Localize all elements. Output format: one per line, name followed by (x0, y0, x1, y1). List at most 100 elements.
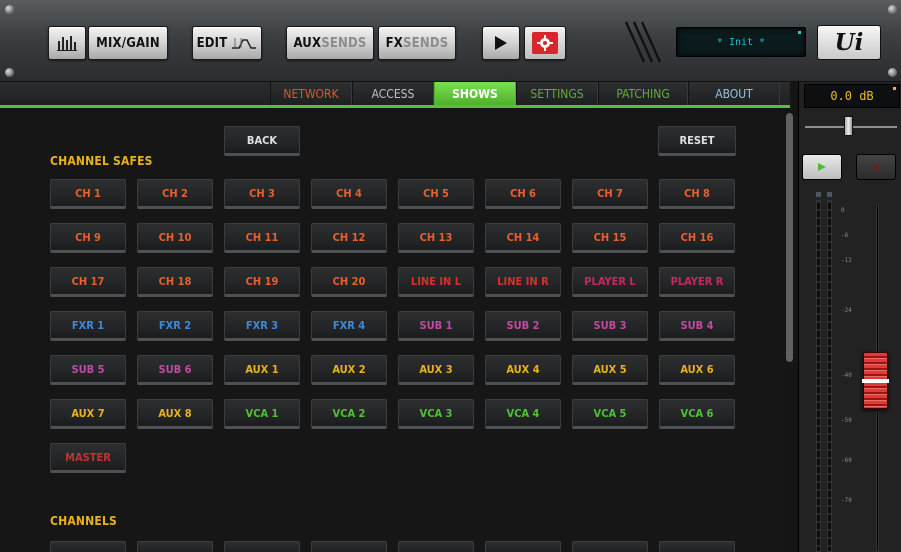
mixgain-button[interactable]: MIX/GAIN (88, 26, 168, 60)
channel-button-partial[interactable] (485, 541, 561, 552)
safe-button-ch-20[interactable]: CH 20 (311, 267, 387, 297)
strip-record-button[interactable] (856, 154, 896, 180)
safe-button-sub-5[interactable]: SUB 5 (50, 355, 126, 385)
safe-button-ch-9[interactable]: CH 9 (50, 223, 126, 253)
safe-button-label: LINE IN L (410, 274, 462, 288)
aux-sends-prefix: AUX (293, 35, 322, 51)
safe-button-label: CH 14 (506, 230, 540, 244)
safe-button-vca-2[interactable]: VCA 2 (311, 399, 387, 429)
safe-button-ch-13[interactable]: CH 13 (398, 223, 474, 253)
safe-button-fxr-3[interactable]: FXR 3 (224, 311, 300, 341)
safe-button-ch-3[interactable]: CH 3 (224, 179, 300, 209)
safe-button-label: AUX 5 (593, 362, 627, 376)
safe-button-aux-5[interactable]: AUX 5 (572, 355, 648, 385)
back-label: BACK (246, 133, 278, 147)
media-player-button[interactable] (482, 26, 520, 60)
meter-clip-led (827, 192, 832, 197)
channel-button-partial[interactable] (398, 541, 474, 552)
safe-button-ch-12[interactable]: CH 12 (311, 223, 387, 253)
safe-button-ch-4[interactable]: CH 4 (311, 179, 387, 209)
strip-play-button[interactable] (802, 154, 842, 180)
safe-button-ch-17[interactable]: CH 17 (50, 267, 126, 297)
safe-button-vca-3[interactable]: VCA 3 (398, 399, 474, 429)
safe-button-vca-6[interactable]: VCA 6 (659, 399, 735, 429)
safe-button-ch-15[interactable]: CH 15 (572, 223, 648, 253)
safe-button-ch-2[interactable]: CH 2 (137, 179, 213, 209)
safe-button-label: CH 19 (245, 274, 279, 288)
safe-button-vca-1[interactable]: VCA 1 (224, 399, 300, 429)
safe-button-ch-10[interactable]: CH 10 (137, 223, 213, 253)
safe-button-ch-14[interactable]: CH 14 (485, 223, 561, 253)
safe-button-label: CH 4 (336, 186, 362, 200)
pan-slider[interactable] (844, 116, 853, 136)
tab-about[interactable]: ABOUT (688, 82, 780, 105)
back-button[interactable]: BACK (224, 126, 300, 156)
tab-shows[interactable]: SHOWS (434, 82, 516, 105)
safe-button-fxr-1[interactable]: FXR 1 (50, 311, 126, 341)
safe-button-ch-5[interactable]: CH 5 (398, 179, 474, 209)
safe-button-sub-1[interactable]: SUB 1 (398, 311, 474, 341)
tab-access[interactable]: ACCESS (352, 82, 434, 105)
safe-button-player-l[interactable]: PLAYER L (572, 267, 648, 297)
channel-button-partial[interactable] (311, 541, 387, 552)
show-name-display[interactable]: * Init * (676, 27, 806, 57)
channel-button-partial[interactable] (659, 541, 735, 552)
safe-button-ch-11[interactable]: CH 11 (224, 223, 300, 253)
master-fader-handle[interactable] (862, 352, 889, 409)
meter-scale-label: -6 (841, 232, 849, 239)
safe-button-aux-2[interactable]: AUX 2 (311, 355, 387, 385)
fx-sends-button[interactable]: FX SENDS (378, 26, 456, 60)
safe-button-sub-6[interactable]: SUB 6 (137, 355, 213, 385)
safe-button-aux-7[interactable]: AUX 7 (50, 399, 126, 429)
safe-button-fxr-4[interactable]: FXR 4 (311, 311, 387, 341)
safe-button-label: SUB 1 (419, 318, 453, 332)
display-indicator (798, 31, 801, 34)
tab-network[interactable]: NETWORK (270, 82, 352, 105)
reset-button[interactable]: RESET (658, 126, 736, 156)
safe-button-fxr-2[interactable]: FXR 2 (137, 311, 213, 341)
channel-button-partial[interactable] (137, 541, 213, 552)
play-icon (818, 163, 826, 171)
safe-button-sub-2[interactable]: SUB 2 (485, 311, 561, 341)
safe-button-line-in-l[interactable]: LINE IN L (398, 267, 474, 297)
safe-button-ch-19[interactable]: CH 19 (224, 267, 300, 297)
safe-button-aux-6[interactable]: AUX 6 (659, 355, 735, 385)
safe-button-ch-1[interactable]: CH 1 (50, 179, 126, 209)
safe-button-player-r[interactable]: PLAYER R (659, 267, 735, 297)
safe-button-sub-3[interactable]: SUB 3 (572, 311, 648, 341)
safe-button-label: CH 6 (510, 186, 536, 200)
safe-button-ch-7[interactable]: CH 7 (572, 179, 648, 209)
safe-button-sub-4[interactable]: SUB 4 (659, 311, 735, 341)
mixgain-label: MIX/GAIN (96, 35, 160, 51)
safe-button-aux-8[interactable]: AUX 8 (137, 399, 213, 429)
safe-button-label: VCA 5 (593, 406, 627, 420)
tab-label: NETWORK (283, 86, 339, 101)
safe-button-ch-18[interactable]: CH 18 (137, 267, 213, 297)
safe-button-ch-8[interactable]: CH 8 (659, 179, 735, 209)
fx-sends-suffix: SENDS (403, 35, 449, 51)
safe-button-aux-3[interactable]: AUX 3 (398, 355, 474, 385)
safe-button-label: CH 1 (75, 186, 101, 200)
safe-button-master[interactable]: MASTER (50, 443, 126, 473)
safe-button-ch-6[interactable]: CH 6 (485, 179, 561, 209)
safe-button-ch-16[interactable]: CH 16 (659, 223, 735, 253)
tab-settings[interactable]: SETTINGS (516, 82, 598, 105)
screw-decoration (5, 68, 14, 77)
safe-button-aux-1[interactable]: AUX 1 (224, 355, 300, 385)
safe-button-aux-4[interactable]: AUX 4 (485, 355, 561, 385)
channel-button-partial[interactable] (224, 541, 300, 552)
safe-button-label: CH 7 (597, 186, 623, 200)
safe-button-line-in-r[interactable]: LINE IN R (485, 267, 561, 297)
settings-button[interactable] (524, 26, 566, 60)
channels-heading: CHANNELS (50, 514, 118, 528)
channel-button-partial[interactable] (572, 541, 648, 552)
tab-patching[interactable]: PATCHING (598, 82, 688, 105)
edit-button[interactable]: EDIT (192, 26, 262, 60)
vertical-scrollbar[interactable] (786, 113, 793, 362)
channel-button-partial[interactable] (50, 541, 126, 552)
mixer-view-button[interactable] (48, 26, 86, 60)
safe-button-vca-4[interactable]: VCA 4 (485, 399, 561, 429)
safe-button-label: SUB 2 (506, 318, 540, 332)
safe-button-vca-5[interactable]: VCA 5 (572, 399, 648, 429)
aux-sends-button[interactable]: AUX SENDS (286, 26, 374, 60)
